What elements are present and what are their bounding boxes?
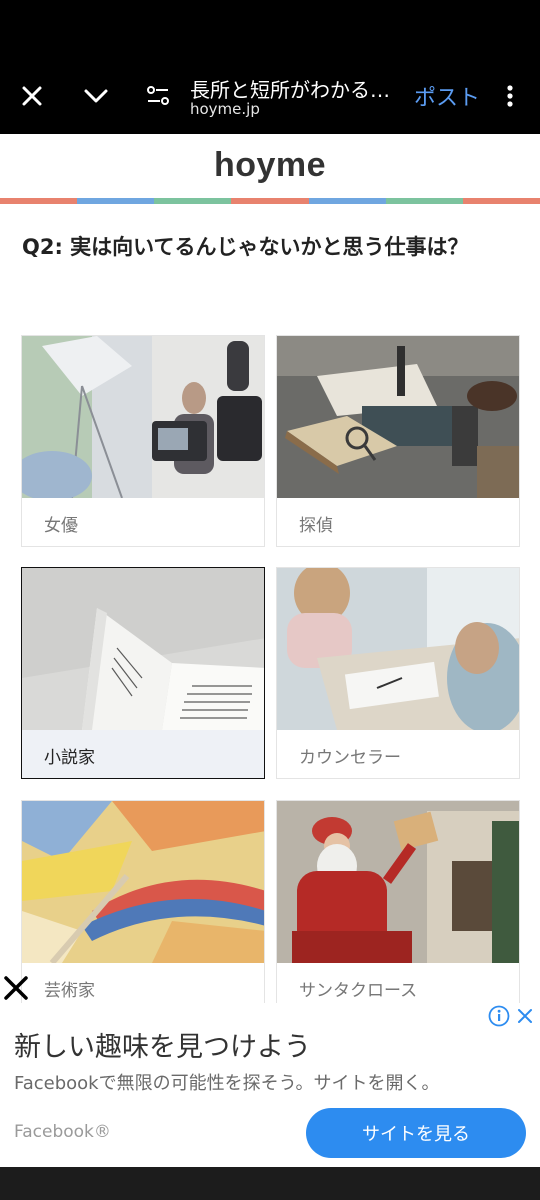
stripe-segment	[308, 198, 386, 204]
option-card-detective[interactable]: 探偵	[276, 335, 520, 547]
ad-cta-button[interactable]: サイトを見る	[306, 1108, 526, 1158]
color-stripe	[0, 198, 540, 204]
option-card-artist[interactable]: 芸術家	[21, 800, 265, 1004]
stripe-segment	[385, 198, 463, 204]
ad-choices[interactable]	[488, 1005, 534, 1031]
info-icon[interactable]	[488, 1005, 510, 1031]
stripe-segment	[154, 198, 232, 204]
web-page: hoyme Q2: 実は向いてるんじゃないかと思う仕事は？ 女優 探偵 小説家 …	[0, 134, 540, 1004]
option-label: 芸術家	[44, 981, 95, 1001]
actress-image	[22, 336, 264, 498]
option-label: サンタクロース	[299, 981, 418, 1001]
close-icon[interactable]	[516, 1007, 534, 1029]
stripe-segment	[0, 198, 78, 204]
browser-toolbar: 長所と短所がわかる… hoyme.jp ポスト	[0, 0, 540, 134]
more-vert-icon[interactable]	[494, 78, 526, 114]
ad-title: 新しい趣味を見つけよう	[14, 1032, 311, 1063]
option-label: 女優	[44, 516, 78, 536]
close-icon[interactable]	[14, 78, 50, 114]
post-button[interactable]: ポスト	[414, 80, 480, 112]
ad-close-icon[interactable]	[0, 972, 32, 1004]
question-text: Q2: 実は向いてるんじゃないかと思う仕事は？	[22, 235, 469, 259]
ad-banner[interactable]: 新しい趣味を見つけよう Facebookで無限の可能性を探そう。サイトを開く。 …	[0, 1003, 540, 1167]
option-label: カウンセラー	[299, 748, 401, 768]
chevron-down-icon[interactable]	[78, 78, 114, 114]
option-card-santa[interactable]: サンタクロース	[276, 800, 520, 1004]
site-logo[interactable]: hoyme	[214, 146, 326, 185]
system-bottom-bar	[0, 1167, 540, 1200]
novelist-image	[22, 568, 264, 730]
page-url: hoyme.jp	[190, 100, 260, 118]
stripe-segment	[462, 198, 540, 204]
page-title: 長所と短所がわかる…	[190, 78, 390, 102]
option-card-novelist[interactable]: 小説家	[21, 567, 265, 779]
option-card-actress[interactable]: 女優	[21, 335, 265, 547]
santa-image	[277, 801, 519, 963]
ad-description: Facebookで無限の可能性を探そう。サイトを開く。	[14, 1073, 440, 1094]
counselor-image	[277, 568, 519, 730]
site-header: hoyme	[0, 134, 540, 196]
stripe-segment	[77, 198, 155, 204]
detective-image	[277, 336, 519, 498]
option-label: 小説家	[44, 748, 95, 768]
option-label: 探偵	[299, 516, 333, 536]
artist-image	[22, 801, 264, 963]
stripe-segment	[231, 198, 309, 204]
tune-icon[interactable]	[140, 78, 176, 114]
option-card-counselor[interactable]: カウンセラー	[276, 567, 520, 779]
ad-brand: Facebook®	[14, 1122, 111, 1142]
